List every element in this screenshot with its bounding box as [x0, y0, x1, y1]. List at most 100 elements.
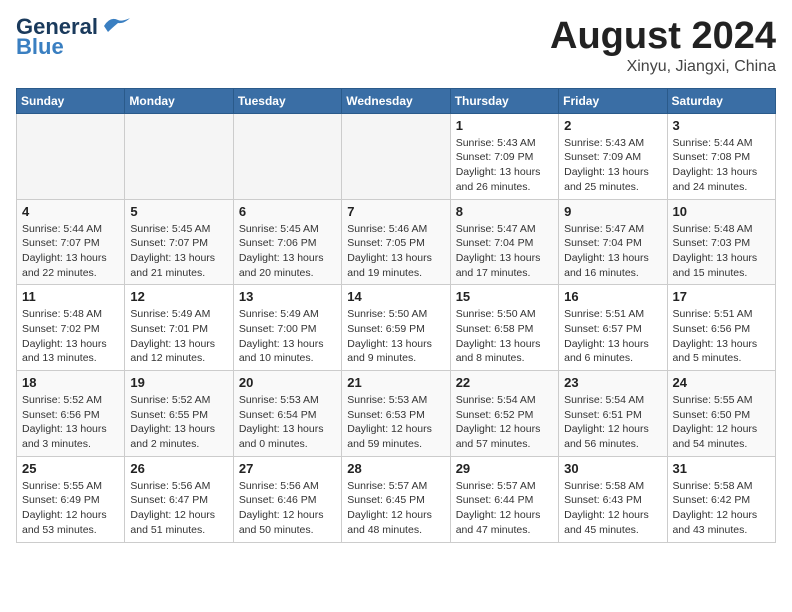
calendar-cell: 30 Sunrise: 5:58 AMSunset: 6:43 PMDayligh…: [559, 456, 667, 542]
day-number: 14: [347, 289, 444, 304]
logo: General Blue: [16, 16, 132, 58]
calendar-cell: 20Sunrise: 5:53 AMSunset: 6:54 PMDayligh…: [233, 371, 341, 457]
day-number: 26: [130, 461, 227, 476]
calendar-cell: 19 Sunrise: 5:52 AMSunset: 6:55 PMDayligh…: [125, 371, 233, 457]
day-info: Sunrise: 5:48 AMSunset: 7:02 PMDaylight:…: [22, 307, 119, 366]
day-number: 10: [673, 204, 770, 219]
day-info: Sunrise: 5:50 AMSunset: 6:59 PMDaylight:…: [347, 307, 444, 366]
day-info: Sunrise: 5:47 AMSunset: 7:04 PMDaylight:…: [456, 222, 553, 281]
calendar-week-row: 25 Sunrise: 5:55 AMSunset: 6:49 PMDayligh…: [17, 456, 776, 542]
day-number: 7: [347, 204, 444, 219]
day-number: 16: [564, 289, 661, 304]
day-info: Sunrise: 5:44 AMSunset: 7:08 PMDaylight:…: [673, 136, 770, 195]
day-info: Sunrise: 5:47 AMSunset: 7:04 PMDaylight:…: [564, 222, 661, 281]
calendar-cell: 4 Sunrise: 5:44 AMSunset: 7:07 PMDaylight…: [17, 199, 125, 285]
day-number: 30: [564, 461, 661, 476]
calendar-cell: 9 Sunrise: 5:47 AMSunset: 7:04 PMDaylight…: [559, 199, 667, 285]
calendar-cell: 1 Sunrise: 5:43 AMSunset: 7:09 PMDaylight…: [450, 113, 558, 199]
day-number: 13: [239, 289, 336, 304]
day-number: 9: [564, 204, 661, 219]
day-info: Sunrise: 5:49 AMSunset: 7:00 PMDaylight:…: [239, 307, 336, 366]
location: Xinyu, Jiangxi, China: [550, 58, 776, 76]
calendar-cell: 14 Sunrise: 5:50 AMSunset: 6:59 PMDayligh…: [342, 285, 450, 371]
day-number: 28: [347, 461, 444, 476]
day-number: 22: [456, 375, 553, 390]
page-header: General Blue August 2024 Xinyu, Jiangxi,…: [16, 16, 776, 76]
day-number: 6: [239, 204, 336, 219]
day-info: Sunrise: 5:51 AMSunset: 6:56 PMDaylight:…: [673, 307, 770, 366]
day-info: Sunrise: 5:52 AMSunset: 6:55 PMDaylight:…: [130, 393, 227, 452]
day-number: 4: [22, 204, 119, 219]
month-title: August 2024: [550, 16, 776, 58]
day-info: Sunrise: 5:57 AMSunset: 6:44 PMDaylight:…: [456, 479, 553, 538]
day-info: Sunrise: 5:54 AMSunset: 6:52 PMDaylight:…: [456, 393, 553, 452]
calendar-cell: [125, 113, 233, 199]
calendar-week-row: 18 Sunrise: 5:52 AMSunset: 6:56 PMDayligh…: [17, 371, 776, 457]
day-info: Sunrise: 5:56 AMSunset: 6:46 PMDaylight:…: [239, 479, 336, 538]
calendar-cell: [342, 113, 450, 199]
day-number: 1: [456, 118, 553, 133]
day-info: Sunrise: 5:54 AMSunset: 6:51 PMDaylight:…: [564, 393, 661, 452]
day-number: 23: [564, 375, 661, 390]
calendar-cell: 2 Sunrise: 5:43 AMSunset: 7:09 AMDaylight…: [559, 113, 667, 199]
calendar-cell: 15Sunrise: 5:50 AMSunset: 6:58 PMDayligh…: [450, 285, 558, 371]
day-number: 3: [673, 118, 770, 133]
day-info: Sunrise: 5:53 AMSunset: 6:53 PMDaylight:…: [347, 393, 444, 452]
calendar-cell: 18 Sunrise: 5:52 AMSunset: 6:56 PMDayligh…: [17, 371, 125, 457]
calendar-table: SundayMondayTuesdayWednesdayThursdayFrid…: [16, 88, 776, 543]
calendar-week-row: 1 Sunrise: 5:43 AMSunset: 7:09 PMDaylight…: [17, 113, 776, 199]
day-info: Sunrise: 5:43 AMSunset: 7:09 PMDaylight:…: [456, 136, 553, 195]
day-number: 21: [347, 375, 444, 390]
day-info: Sunrise: 5:44 AMSunset: 7:07 PMDaylight:…: [22, 222, 119, 281]
calendar-cell: 12Sunrise: 5:49 AMSunset: 7:01 PMDayligh…: [125, 285, 233, 371]
calendar-cell: [17, 113, 125, 199]
day-info: Sunrise: 5:55 AMSunset: 6:49 PMDaylight:…: [22, 479, 119, 538]
calendar-cell: 6Sunrise: 5:45 AMSunset: 7:06 PMDaylight…: [233, 199, 341, 285]
calendar-cell: 7 Sunrise: 5:46 AMSunset: 7:05 PMDaylight…: [342, 199, 450, 285]
day-number: 2: [564, 118, 661, 133]
calendar-cell: 22 Sunrise: 5:54 AMSunset: 6:52 PMDayligh…: [450, 371, 558, 457]
calendar-cell: 29 Sunrise: 5:57 AMSunset: 6:44 PMDayligh…: [450, 456, 558, 542]
calendar-header-friday: Friday: [559, 88, 667, 113]
calendar-header-tuesday: Tuesday: [233, 88, 341, 113]
day-info: Sunrise: 5:46 AMSunset: 7:05 PMDaylight:…: [347, 222, 444, 281]
day-info: Sunrise: 5:52 AMSunset: 6:56 PMDaylight:…: [22, 393, 119, 452]
day-number: 27: [239, 461, 336, 476]
calendar-week-row: 11 Sunrise: 5:48 AMSunset: 7:02 PMDayligh…: [17, 285, 776, 371]
calendar-cell: 25 Sunrise: 5:55 AMSunset: 6:49 PMDayligh…: [17, 456, 125, 542]
day-info: Sunrise: 5:56 AMSunset: 6:47 PMDaylight:…: [130, 479, 227, 538]
day-info: Sunrise: 5:58 AMSunset: 6:43 PMDaylight:…: [564, 479, 661, 538]
day-info: Sunrise: 5:49 AMSunset: 7:01 PMDaylight:…: [130, 307, 227, 366]
calendar-week-row: 4 Sunrise: 5:44 AMSunset: 7:07 PMDaylight…: [17, 199, 776, 285]
day-info: Sunrise: 5:45 AMSunset: 7:07 PMDaylight:…: [130, 222, 227, 281]
calendar-cell: 27 Sunrise: 5:56 AMSunset: 6:46 PMDayligh…: [233, 456, 341, 542]
calendar-header-wednesday: Wednesday: [342, 88, 450, 113]
logo-blue: Blue: [16, 36, 64, 58]
calendar-cell: 13 Sunrise: 5:49 AMSunset: 7:00 PMDayligh…: [233, 285, 341, 371]
day-number: 11: [22, 289, 119, 304]
day-number: 15: [456, 289, 553, 304]
calendar-header-thursday: Thursday: [450, 88, 558, 113]
calendar-header-saturday: Saturday: [667, 88, 775, 113]
logo-bird-icon: [102, 14, 132, 36]
calendar-cell: 24Sunrise: 5:55 AMSunset: 6:50 PMDayligh…: [667, 371, 775, 457]
day-number: 20: [239, 375, 336, 390]
day-info: Sunrise: 5:48 AMSunset: 7:03 PMDaylight:…: [673, 222, 770, 281]
day-info: Sunrise: 5:55 AMSunset: 6:50 PMDaylight:…: [673, 393, 770, 452]
calendar-cell: 16 Sunrise: 5:51 AMSunset: 6:57 PMDayligh…: [559, 285, 667, 371]
day-number: 29: [456, 461, 553, 476]
calendar-cell: 26 Sunrise: 5:56 AMSunset: 6:47 PMDayligh…: [125, 456, 233, 542]
day-number: 8: [456, 204, 553, 219]
day-number: 18: [22, 375, 119, 390]
day-info: Sunrise: 5:57 AMSunset: 6:45 PMDaylight:…: [347, 479, 444, 538]
day-info: Sunrise: 5:51 AMSunset: 6:57 PMDaylight:…: [564, 307, 661, 366]
calendar-cell: [233, 113, 341, 199]
calendar-header-monday: Monday: [125, 88, 233, 113]
calendar-cell: 3 Sunrise: 5:44 AMSunset: 7:08 PMDaylight…: [667, 113, 775, 199]
calendar-cell: 21 Sunrise: 5:53 AMSunset: 6:53 PMDayligh…: [342, 371, 450, 457]
day-info: Sunrise: 5:43 AMSunset: 7:09 AMDaylight:…: [564, 136, 661, 195]
day-number: 25: [22, 461, 119, 476]
calendar-cell: 8 Sunrise: 5:47 AMSunset: 7:04 PMDaylight…: [450, 199, 558, 285]
calendar-cell: 23 Sunrise: 5:54 AMSunset: 6:51 PMDayligh…: [559, 371, 667, 457]
day-number: 19: [130, 375, 227, 390]
